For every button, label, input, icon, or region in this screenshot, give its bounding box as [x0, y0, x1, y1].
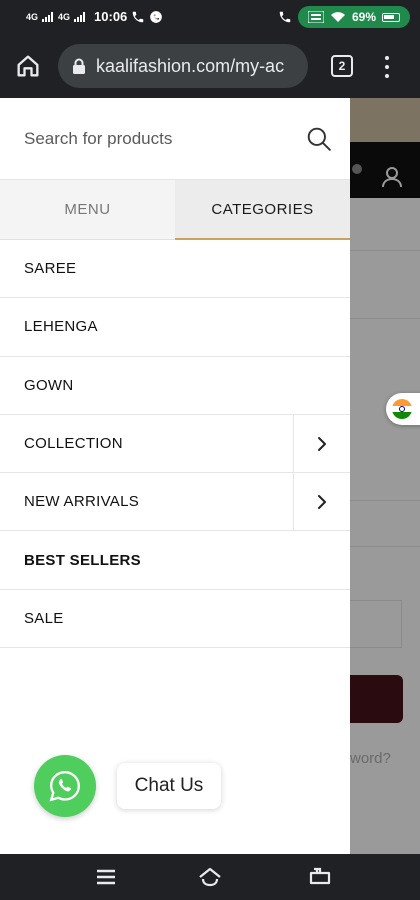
volte-icon [307, 11, 324, 23]
address-bar[interactable]: kaalifashion.com/my-ac [58, 44, 308, 88]
category-item-collection[interactable]: COLLECTION [0, 414, 350, 474]
side-drawer: MENU CATEGORIES SAREE LEHENGA GOWN COLLE… [0, 98, 350, 854]
recents-menu-icon[interactable] [93, 864, 119, 890]
divider [350, 546, 420, 547]
whatsapp-icon [49, 771, 80, 802]
signal-bars-icon [74, 11, 86, 22]
home-nav-icon[interactable] [197, 864, 223, 890]
background-input [350, 600, 402, 648]
tab-categories[interactable]: CATEGORIES [175, 180, 350, 240]
wifi-calling-icon [279, 11, 291, 23]
background-button [350, 675, 403, 723]
category-label: GOWN [24, 376, 74, 394]
url-text: kaalifashion.com/my-ac [96, 55, 285, 76]
divider [350, 500, 420, 501]
search-row [0, 98, 350, 180]
lock-icon [73, 58, 85, 74]
status-left: 4G 4G 10:06 [26, 9, 163, 24]
currency-switcher[interactable] [386, 393, 420, 425]
category-label: NEW ARRIVALS [24, 493, 140, 511]
status-time: 10:06 [94, 9, 128, 24]
forgot-password-link: word? [350, 750, 391, 767]
category-item-lehenga[interactable]: LEHENGA [0, 298, 350, 357]
divider [350, 250, 420, 251]
signal-icon-2: 4G [58, 11, 71, 22]
category-list: SAREE LEHENGA GOWN COLLECTION NEW ARRIVA… [0, 240, 350, 649]
user-icon [382, 167, 402, 188]
drawer-tabs: MENU CATEGORIES [0, 180, 350, 240]
category-item-saree[interactable]: SAREE [0, 240, 350, 299]
category-label: LEHENGA [24, 318, 98, 336]
category-label: SAREE [24, 260, 77, 278]
search-icon[interactable] [306, 126, 332, 152]
tab-menu[interactable]: MENU [0, 180, 175, 240]
signal-bars-icon [42, 11, 54, 22]
chevron-right-icon [318, 494, 326, 509]
tab-switcher-button[interactable]: 2 [331, 55, 353, 77]
india-flag-icon [392, 399, 412, 419]
back-nav-icon[interactable] [307, 864, 333, 890]
signal-icon-1: 4G [26, 11, 39, 22]
category-item-gown[interactable]: GOWN [0, 357, 350, 415]
whatsapp-chat-button[interactable] [34, 755, 96, 817]
call-icon [133, 11, 144, 22]
battery-icon [382, 12, 400, 22]
status-bar: 4G 4G 10:06 69% [0, 0, 420, 34]
divider [350, 318, 420, 319]
category-item-sale[interactable]: SALE [0, 590, 350, 649]
category-label: BEST SELLERS [24, 551, 141, 569]
battery-indicator: 69% [297, 6, 410, 28]
wifi-icon [330, 12, 345, 22]
system-nav-bar [0, 854, 420, 900]
battery-percent: 69% [351, 10, 376, 24]
chat-us-label[interactable]: Chat Us [117, 763, 221, 809]
whatsapp-status-icon [150, 10, 163, 23]
status-right: 69% [278, 6, 410, 28]
category-label: SALE [24, 609, 64, 627]
expand-new-arrivals-button[interactable] [293, 473, 350, 531]
home-icon[interactable] [14, 52, 42, 80]
category-item-best-sellers[interactable]: BEST SELLERS [0, 531, 350, 590]
category-item-new-arrivals[interactable]: NEW ARRIVALS [0, 473, 350, 532]
expand-collection-button[interactable] [293, 414, 350, 473]
search-input[interactable] [24, 126, 284, 152]
category-label: COLLECTION [24, 435, 123, 453]
cart-icon [352, 164, 362, 174]
chevron-right-icon [318, 436, 326, 451]
overflow-menu-icon[interactable] [380, 54, 394, 80]
announcement-strip [350, 98, 420, 142]
browser-toolbar: kaalifashion.com/my-ac 2 [0, 34, 420, 98]
